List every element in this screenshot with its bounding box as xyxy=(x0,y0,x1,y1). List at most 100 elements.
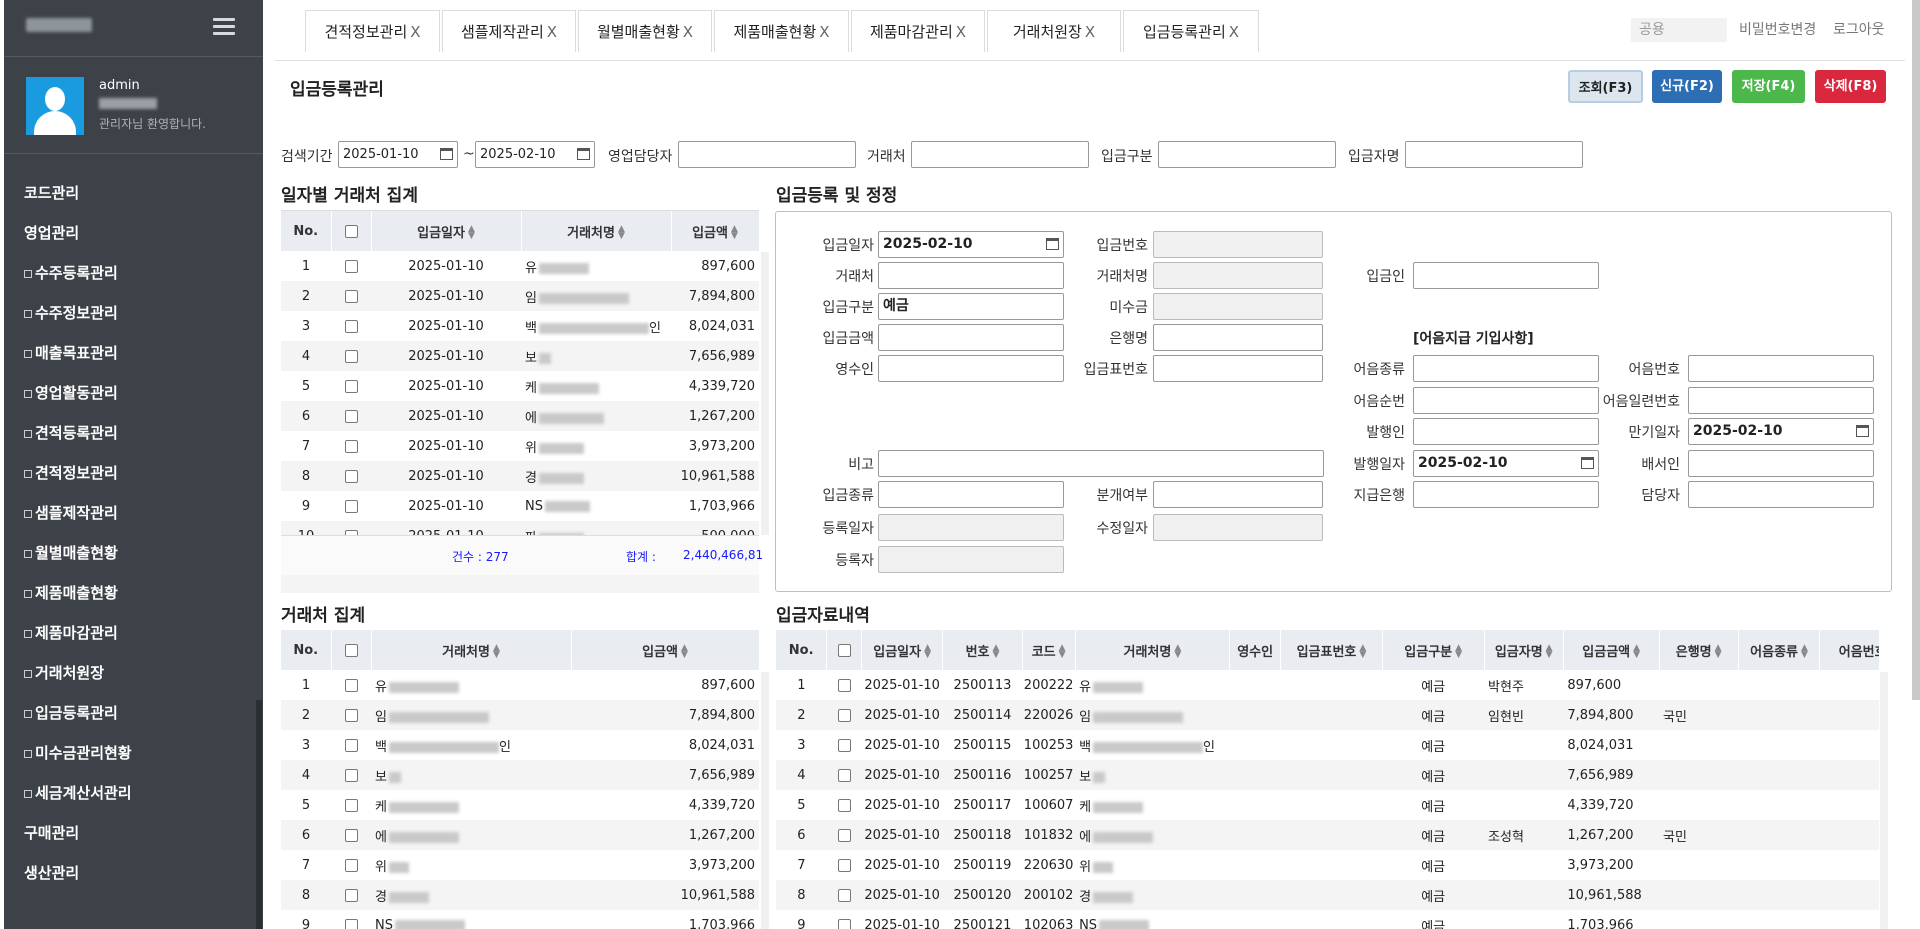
tab[interactable]: 거래처원장 X xyxy=(987,10,1121,52)
calendar-icon[interactable] xyxy=(440,148,453,160)
table-row[interactable]: 10 2025-01-10파500,000 xyxy=(281,521,759,535)
pay-date-input[interactable]: 2025-02-10 xyxy=(878,231,1064,258)
row-checkbox[interactable] xyxy=(827,790,862,820)
sidebar-item[interactable]: 영업관리 xyxy=(4,218,263,258)
checkbox[interactable] xyxy=(344,469,358,483)
row-checkbox[interactable] xyxy=(331,371,371,401)
bank-input[interactable] xyxy=(1153,324,1323,351)
tab[interactable]: 제품마감관리 X xyxy=(851,10,985,52)
table-row[interactable]: 4 2025-01-10 보 7,656,989 xyxy=(281,341,759,371)
sort-icon[interactable]: ▲ ▼ xyxy=(1633,644,1640,660)
sidebar-item[interactable]: 구매관리 xyxy=(4,818,263,858)
table-row[interactable]: 4 2025-01-10 2500116 100257 보 예금 7,656,989 xyxy=(776,760,1879,790)
daily-grid-scrollbar[interactable] xyxy=(761,252,769,535)
row-checkbox[interactable] xyxy=(331,730,371,760)
tab[interactable]: 제품매출현황 X xyxy=(714,10,849,52)
row-checkbox[interactable] xyxy=(331,700,371,730)
checkbox[interactable] xyxy=(837,798,851,812)
table-row[interactable]: 1 2025-01-10 2500113 200222 유 예금 박현주 897,600 xyxy=(776,670,1879,700)
issue-date-input[interactable]: 2025-02-10 xyxy=(1413,450,1599,477)
col-client-name[interactable]: 거래처명 ▲ ▼ xyxy=(371,630,572,670)
calendar-icon[interactable] xyxy=(577,148,590,160)
checkbox[interactable] xyxy=(344,918,358,929)
issuer-input[interactable] xyxy=(1413,418,1599,445)
col-number[interactable]: 번호 ▲ ▼ xyxy=(942,630,1023,670)
page-scrollbar[interactable] xyxy=(1912,0,1920,700)
sidebar-item[interactable]: 미수금관리현황 xyxy=(4,738,263,778)
checkbox[interactable] xyxy=(344,678,358,692)
close-icon[interactable]: X xyxy=(410,23,420,41)
table-row[interactable]: 3 2025-01-10 2500115 100253 백 인 예금 8,024,031 xyxy=(776,730,1879,760)
col-bill-no[interactable]: 어음번호▲▼ xyxy=(1819,630,1879,670)
table-row[interactable]: 9 2025-01-10 NS 1,703,966 xyxy=(281,491,759,521)
row-checkbox[interactable] xyxy=(331,670,371,700)
sort-icon[interactable]: ▲ ▼ xyxy=(1059,644,1066,660)
row-checkbox[interactable] xyxy=(331,820,371,850)
row-checkbox[interactable] xyxy=(331,251,371,281)
close-icon[interactable]: X xyxy=(547,23,557,41)
col-slip-no[interactable]: 입금표번호 ▲ ▼ xyxy=(1280,630,1383,670)
select-all-checkbox[interactable] xyxy=(331,630,372,670)
close-icon[interactable]: X xyxy=(819,23,829,41)
client-input[interactable] xyxy=(911,141,1089,168)
row-checkbox[interactable] xyxy=(331,491,371,521)
sidebar-item[interactable]: 생산관리 xyxy=(4,858,263,898)
sort-icon[interactable]: ▲ ▼ xyxy=(468,225,475,241)
sort-icon[interactable]: ▲ ▼ xyxy=(681,644,688,660)
col-code[interactable]: 코드 ▲ ▼ xyxy=(1022,630,1076,670)
checkbox[interactable] xyxy=(344,858,358,872)
sort-icon[interactable]: ▲ ▼ xyxy=(1455,644,1462,660)
col-amount[interactable]: 입금액 ▲ ▼ xyxy=(571,630,759,670)
table-row[interactable]: 3 백 인 8,024,031 xyxy=(281,730,759,760)
manager-input[interactable] xyxy=(1688,481,1874,508)
select-all-checkbox[interactable] xyxy=(826,630,862,670)
row-checkbox[interactable] xyxy=(331,431,371,461)
select-all-checkbox[interactable] xyxy=(331,211,372,251)
row-checkbox[interactable] xyxy=(331,880,371,910)
detail-grid-scrollbar[interactable] xyxy=(1880,672,1888,929)
checkbox[interactable] xyxy=(837,738,851,752)
sidebar-item[interactable]: 거래처원장 xyxy=(4,658,263,698)
col-amount[interactable]: 입금금액 ▲ ▼ xyxy=(1563,630,1660,670)
col-client-name[interactable]: 거래처명 ▲ ▼ xyxy=(1075,630,1231,670)
col-amount[interactable]: 입금액 ▲ ▼ xyxy=(671,211,759,251)
col-bank[interactable]: 은행명 ▲ ▼ xyxy=(1659,630,1739,670)
sales-rep-input[interactable] xyxy=(678,141,856,168)
calendar-icon[interactable] xyxy=(1856,425,1869,437)
table-row[interactable]: 9 2025-01-10 2500121 102063 NS 예금 1,703,966 xyxy=(776,910,1879,929)
row-checkbox[interactable] xyxy=(826,880,862,910)
table-row[interactable]: 9 NS 1,703,966 xyxy=(281,910,759,929)
payer-input[interactable] xyxy=(1413,262,1599,289)
sort-icon[interactable]: ▲ ▼ xyxy=(1174,644,1181,660)
checkbox[interactable] xyxy=(344,768,358,782)
sidebar-item[interactable]: 세금계산서관리 xyxy=(4,778,263,818)
endorser-input[interactable] xyxy=(1688,450,1874,477)
close-icon[interactable]: X xyxy=(956,23,966,41)
checkbox[interactable] xyxy=(837,678,851,692)
row-checkbox[interactable] xyxy=(331,461,371,491)
table-row[interactable]: 6 에 1,267,200 xyxy=(281,820,759,850)
pay-type-input[interactable]: 예금 xyxy=(878,293,1064,320)
table-row[interactable]: 6 2025-01-10 에 1,267,200 xyxy=(281,401,759,431)
row-checkbox[interactable] xyxy=(331,311,371,341)
client-input[interactable] xyxy=(878,262,1064,289)
sidebar-item[interactable]: 코드관리 xyxy=(4,178,263,218)
checkbox[interactable] xyxy=(344,259,358,273)
table-row[interactable]: 7 2025-01-10 2500119 220630 위 예금 3,973,200 xyxy=(776,850,1879,880)
pay-amount-input[interactable] xyxy=(878,324,1064,351)
sort-icon[interactable]: ▲ ▼ xyxy=(1715,644,1722,660)
checkbox[interactable] xyxy=(837,918,851,929)
checkbox[interactable] xyxy=(344,828,358,842)
bill-serial-input[interactable] xyxy=(1688,387,1874,414)
save-button[interactable]: 저장(F4) xyxy=(1732,70,1805,103)
row-checkbox[interactable] xyxy=(827,910,862,929)
col-payer[interactable]: 입금자명 ▲ ▼ xyxy=(1484,630,1564,670)
row-checkbox[interactable] xyxy=(827,850,862,880)
sort-icon[interactable]: ▲ ▼ xyxy=(1359,644,1366,660)
col-receiver[interactable]: 영수인 xyxy=(1229,630,1282,670)
checkbox[interactable] xyxy=(837,888,851,902)
table-row[interactable]: 4 보 7,656,989 xyxy=(281,760,759,790)
table-row[interactable]: 2 임 7,894,800 xyxy=(281,700,759,730)
table-row[interactable]: 5 2025-01-10 2500117 100607 케 예금 4,339,720 xyxy=(776,790,1879,820)
split-input[interactable] xyxy=(1153,481,1323,508)
